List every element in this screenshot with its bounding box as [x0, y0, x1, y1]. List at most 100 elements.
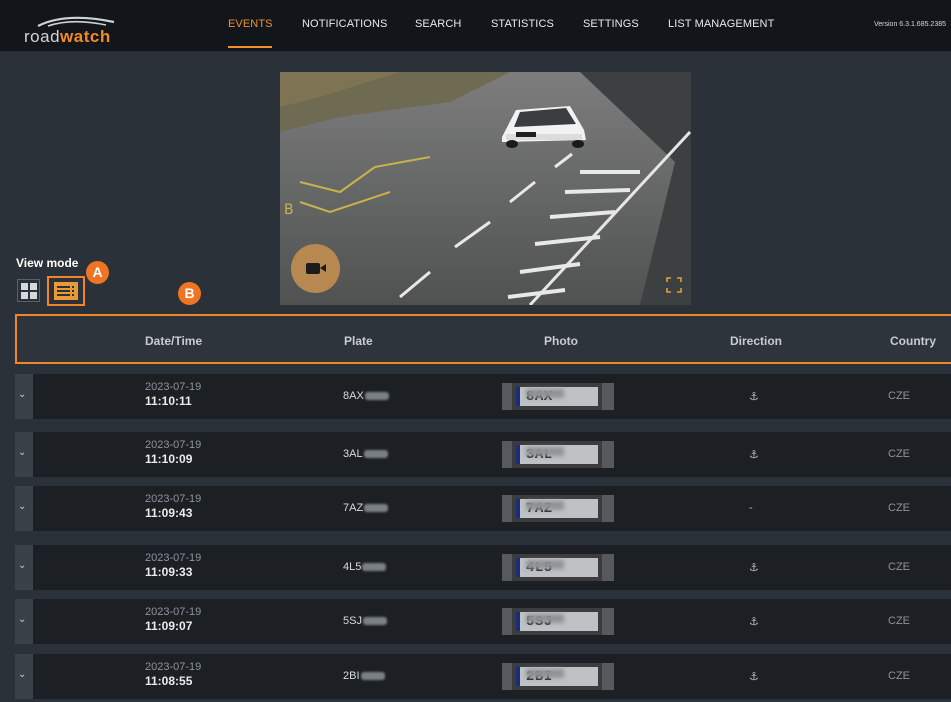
nav-statistics[interactable]: STATISTICS — [491, 18, 554, 30]
plate-image: 8AX — [516, 387, 598, 406]
nav-events[interactable]: EVENTS — [228, 18, 273, 30]
grid-view-icon[interactable] — [17, 279, 40, 302]
plate-image: 7AZ — [516, 499, 598, 518]
active-tab-indicator — [228, 46, 272, 48]
redacted-plate-part — [364, 392, 389, 400]
photo-frame-right — [602, 554, 614, 581]
column-header-datetime[interactable]: Date/Time — [145, 334, 202, 348]
photo-frame-right — [602, 495, 614, 522]
row-country: CZE — [888, 502, 910, 514]
photo-frame-left — [502, 663, 512, 690]
column-header-plate[interactable]: Plate — [344, 334, 373, 348]
row-plate: 7AZ — [343, 502, 389, 514]
record-video-button[interactable] — [291, 244, 340, 293]
view-mode-label: View mode — [16, 256, 79, 270]
row-date: 2023-07-19 — [145, 606, 202, 618]
row-time: 11:09:33 — [145, 565, 193, 579]
photo-frame-right — [602, 663, 614, 690]
chevron-down-icon: ⌄ — [18, 447, 27, 458]
direction-icon: ⚓ — [749, 391, 759, 403]
plate-photo[interactable]: 7AZ — [502, 495, 614, 522]
plate-photo[interactable]: 2BI — [502, 663, 614, 690]
redacted-plate-part — [364, 504, 389, 512]
callout-a: A — [86, 261, 109, 284]
redacted-plate-part — [360, 672, 385, 680]
plate-image: 5SJ — [516, 612, 598, 631]
expand-row-button[interactable]: ⌄ — [15, 432, 33, 477]
table-row[interactable]: ⌄ 2023-07-19 11:10:09 3AL 3AL ⚓ CZE — [15, 432, 951, 477]
column-header-direction[interactable]: Direction — [730, 334, 782, 348]
logo-text: roadwatch — [24, 27, 111, 46]
row-country: CZE — [888, 448, 910, 460]
expand-row-button[interactable]: ⌄ — [15, 486, 33, 531]
plate-photo[interactable]: 8AX — [502, 383, 614, 410]
table-row[interactable]: ⌄ 2023-07-19 11:09:07 5SJ 5SJ ⚓ CZE — [15, 599, 951, 644]
camera-preview[interactable]: B — [280, 72, 691, 305]
chevron-down-icon: ⌄ — [18, 389, 27, 400]
direction-empty: - — [749, 502, 753, 514]
expand-row-button[interactable]: ⌄ — [15, 545, 33, 590]
nav-search[interactable]: SEARCH — [415, 18, 461, 30]
row-plate: 2BI — [343, 670, 385, 682]
roadwatch-app: roadwatch EVENTS NOTIFICATIONS SEARCH ST… — [0, 0, 951, 702]
table-row[interactable]: ⌄ 2023-07-19 11:08:55 2BI 2BI ⚓ CZE — [15, 654, 951, 699]
row-date: 2023-07-19 — [145, 552, 202, 564]
column-header-country[interactable]: Country — [890, 334, 936, 348]
list-view-icon[interactable] — [47, 276, 85, 306]
photo-frame-right — [602, 608, 614, 635]
direction-icon: ⚓ — [749, 616, 759, 628]
chevron-down-icon: ⌄ — [18, 614, 27, 625]
expand-row-button[interactable]: ⌄ — [15, 374, 33, 419]
version-label: Version 6.3.1.685.2385 — [874, 21, 947, 28]
chevron-down-icon: ⌄ — [18, 501, 27, 512]
table-row[interactable]: ⌄ 2023-07-19 11:09:33 4L5 4L5 ⚓ CZE — [15, 545, 951, 590]
photo-frame-left — [502, 608, 512, 635]
row-country: CZE — [888, 561, 910, 573]
plate-photo[interactable]: 3AL — [502, 441, 614, 468]
table-row[interactable]: ⌄ 2023-07-19 11:09:43 7AZ 7AZ - CZE — [15, 486, 951, 531]
top-navigation-bar: roadwatch EVENTS NOTIFICATIONS SEARCH ST… — [0, 0, 951, 52]
row-date: 2023-07-19 — [145, 661, 202, 673]
photo-frame-right — [602, 441, 614, 468]
table-row[interactable]: ⌄ 2023-07-19 11:10:11 8AX 8AX ⚓ CZE — [15, 374, 951, 419]
redacted-plate-part — [362, 617, 387, 625]
plate-photo[interactable]: 5SJ — [502, 608, 614, 635]
row-plate: 8AX — [343, 390, 389, 402]
photo-frame-left — [502, 383, 512, 410]
photo-frame-left — [502, 495, 512, 522]
nav-list-management[interactable]: LIST MANAGEMENT — [668, 18, 774, 30]
road-logo-icon — [37, 16, 115, 27]
video-camera-icon — [306, 263, 320, 274]
direction-icon: ⚓ — [749, 449, 759, 461]
plate-image: 3AL — [516, 445, 598, 464]
nav-settings[interactable]: SETTINGS — [583, 18, 639, 30]
row-time: 11:08:55 — [145, 674, 193, 688]
video-camera-lens — [320, 264, 326, 272]
roadwatch-logo[interactable]: roadwatch — [24, 10, 134, 46]
row-plate: 4L5 — [343, 561, 387, 573]
plate-image: 2BI — [516, 667, 598, 686]
photo-frame-left — [502, 441, 512, 468]
column-header-photo[interactable]: Photo — [544, 334, 578, 348]
row-plate: 5SJ — [343, 615, 387, 627]
nav-notifications[interactable]: NOTIFICATIONS — [302, 18, 387, 30]
redacted-plate-part — [362, 563, 387, 571]
direction-icon: ⚓ — [749, 671, 759, 683]
svg-text:B: B — [284, 202, 294, 218]
expand-row-button[interactable]: ⌄ — [15, 599, 33, 644]
row-plate: 3AL — [343, 448, 388, 460]
row-country: CZE — [888, 670, 910, 682]
row-date: 2023-07-19 — [145, 493, 202, 505]
row-country: CZE — [888, 390, 910, 402]
row-time: 11:09:43 — [145, 506, 193, 520]
row-time: 11:10:11 — [145, 394, 192, 408]
chevron-down-icon: ⌄ — [18, 560, 27, 571]
expand-row-button[interactable]: ⌄ — [15, 654, 33, 699]
callout-b: B — [178, 282, 201, 305]
fullscreen-icon[interactable] — [666, 277, 682, 293]
direction-icon: ⚓ — [749, 562, 759, 574]
plate-photo[interactable]: 4L5 — [502, 554, 614, 581]
row-time: 11:10:09 — [145, 452, 193, 466]
photo-frame-right — [602, 383, 614, 410]
redacted-plate-part — [363, 450, 388, 458]
